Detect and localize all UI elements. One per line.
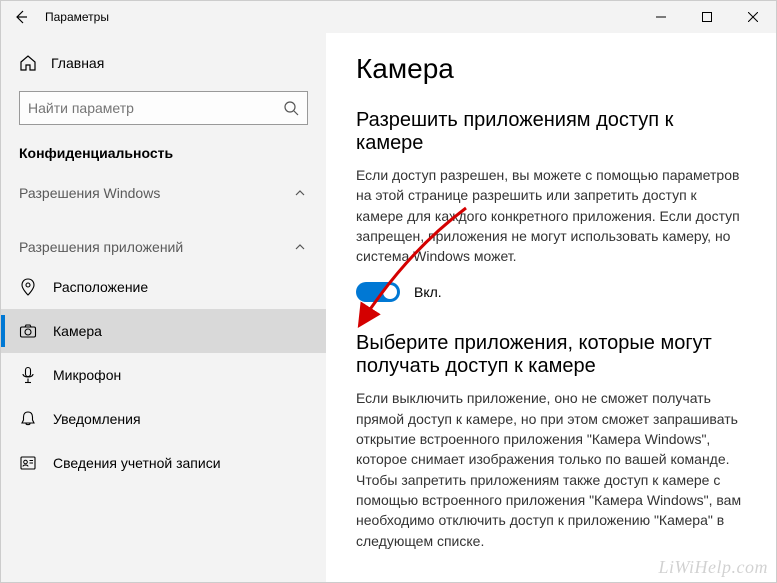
- bell-icon: [19, 410, 37, 428]
- search-icon: [283, 100, 299, 116]
- back-button[interactable]: [1, 1, 41, 33]
- minimize-button[interactable]: [638, 1, 684, 33]
- titlebar: Параметры: [1, 1, 776, 33]
- account-icon: [19, 454, 37, 472]
- sidebar-item-location[interactable]: Расположение: [1, 265, 326, 309]
- home-link[interactable]: Главная: [1, 43, 326, 83]
- sidebar-item-camera[interactable]: Камера: [1, 309, 326, 353]
- sidebar: Главная Конфиденциальность Разрешения Wi…: [1, 33, 326, 582]
- sidebar-item-notifications[interactable]: Уведомления: [1, 397, 326, 441]
- search-input[interactable]: [28, 100, 283, 116]
- home-label: Главная: [51, 55, 104, 71]
- group-app-permissions[interactable]: Разрешения приложений: [1, 229, 326, 265]
- maximize-button[interactable]: [684, 1, 730, 33]
- section-allow-text: Если доступ разрешен, вы можете с помощь…: [356, 165, 746, 266]
- home-icon: [19, 54, 37, 72]
- section-choose-text: Если выключить приложение, оно не сможет…: [356, 388, 746, 550]
- sidebar-item-label: Уведомления: [53, 411, 141, 427]
- page-title: Камера: [356, 53, 746, 85]
- chevron-up-icon: [292, 239, 308, 255]
- section-choose-heading: Выберите приложения, которые могут получ…: [356, 332, 746, 378]
- sidebar-item-label: Камера: [53, 323, 102, 339]
- microphone-icon: [19, 366, 37, 384]
- group-label: Разрешения приложений: [19, 239, 183, 255]
- window-title: Параметры: [45, 10, 109, 24]
- sidebar-item-account-info[interactable]: Сведения учетной записи: [1, 441, 326, 485]
- section-allow-heading: Разрешить приложениям доступ к камере: [356, 109, 746, 155]
- arrow-left-icon: [13, 9, 29, 25]
- close-icon: [748, 12, 758, 22]
- sidebar-item-microphone[interactable]: Микрофон: [1, 353, 326, 397]
- camera-access-toggle[interactable]: [356, 282, 400, 302]
- toggle-knob: [383, 285, 397, 299]
- sidebar-item-label: Расположение: [53, 279, 148, 295]
- location-icon: [19, 278, 37, 296]
- group-label: Разрешения Windows: [19, 185, 160, 201]
- sidebar-item-label: Микрофон: [53, 367, 121, 383]
- search-input-container[interactable]: [19, 91, 308, 125]
- watermark: LiWiHelp.com: [659, 557, 769, 578]
- camera-icon: [19, 322, 37, 340]
- content-pane: Камера Разрешить приложениям доступ к ка…: [326, 33, 776, 582]
- group-windows-permissions[interactable]: Разрешения Windows: [1, 175, 326, 211]
- sidebar-item-label: Сведения учетной записи: [53, 455, 221, 471]
- toggle-state-label: Вкл.: [414, 284, 442, 300]
- spacer: [1, 211, 326, 229]
- chevron-up-icon: [292, 185, 308, 201]
- window-body: Главная Конфиденциальность Разрешения Wi…: [1, 33, 776, 582]
- camera-access-toggle-row: Вкл.: [356, 282, 746, 302]
- close-button[interactable]: [730, 1, 776, 33]
- minimize-icon: [656, 12, 666, 22]
- maximize-icon: [702, 12, 712, 22]
- settings-window: Параметры Главная К: [0, 0, 777, 583]
- sidebar-section-title: Конфиденциальность: [1, 139, 326, 175]
